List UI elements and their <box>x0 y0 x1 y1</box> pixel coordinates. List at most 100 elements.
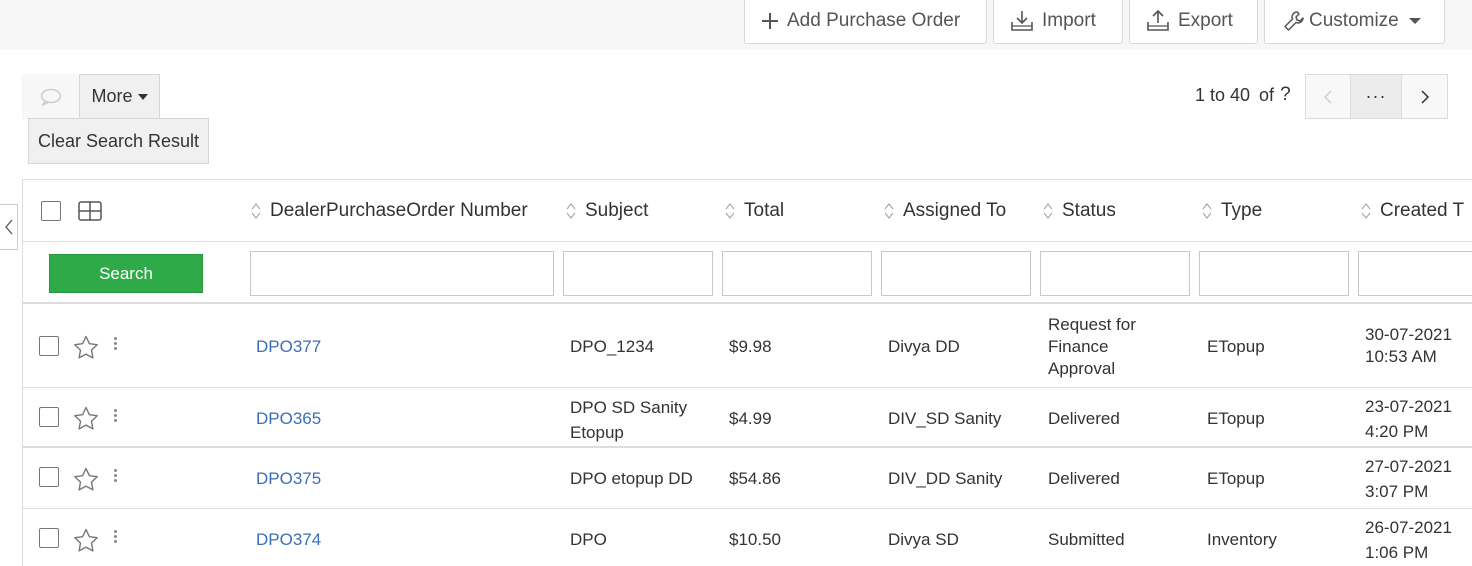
column-header-created-time[interactable]: Created T <box>1361 200 1464 222</box>
chevron-down-icon <box>1408 18 1421 24</box>
page-jump-button[interactable]: ··· <box>1350 74 1402 119</box>
created-time: 1:06 PM <box>1365 543 1429 562</box>
created-date: 27-07-2021 <box>1365 457 1452 476</box>
assigned-to-cell: Divya DD <box>888 337 960 356</box>
column-header-number[interactable]: DealerPurchaseOrder Number <box>251 200 528 222</box>
subject-line: DPO SD Sanity <box>570 398 688 417</box>
table-row[interactable]: DPO375 DPO etopup DD $54.86 DIV_DD Sanit… <box>23 448 1472 509</box>
assigned-to-cell: Divya SD <box>888 530 959 549</box>
star-icon[interactable] <box>73 528 99 553</box>
kebab-menu-icon[interactable] <box>114 530 118 545</box>
subject-cell: DPO_1234 <box>570 336 654 358</box>
created-date: 23-07-2021 <box>1365 397 1452 416</box>
status-line: Finance <box>1048 337 1109 356</box>
subject-cell: DPO SD Sanity Etopup <box>570 395 687 445</box>
kebab-menu-icon[interactable] <box>114 469 118 484</box>
pager-range: 1 to 40 <box>1195 84 1251 105</box>
filter-input-status[interactable] <box>1040 251 1190 296</box>
purchase-order-table: DealerPurchaseOrder Number Subject Total… <box>22 179 1472 566</box>
filter-input-created-time[interactable] <box>1358 251 1472 296</box>
row-checkbox[interactable] <box>39 528 59 548</box>
column-label: Subject <box>585 200 649 221</box>
search-button[interactable]: Search <box>49 254 203 293</box>
sort-icon <box>251 203 261 219</box>
export-label: Export <box>1178 10 1233 31</box>
row-checkbox[interactable] <box>39 336 59 356</box>
filter-input-assigned-to[interactable] <box>881 251 1031 296</box>
customize-label: Customize <box>1309 10 1399 31</box>
status-cell: Submitted <box>1048 530 1125 549</box>
column-header-assigned-to[interactable]: Assigned To <box>884 200 1006 222</box>
type-cell: ETopup <box>1207 469 1265 488</box>
created-time: 4:20 PM <box>1365 422 1429 441</box>
column-header-total[interactable]: Total <box>725 200 784 222</box>
select-all-checkbox[interactable] <box>41 201 61 221</box>
subject-cell: DPO <box>570 529 607 551</box>
next-page-button[interactable] <box>1401 74 1448 119</box>
created-time: 3:07 PM <box>1365 482 1429 501</box>
filter-row: Search <box>23 242 1472 304</box>
star-icon[interactable] <box>73 406 99 431</box>
kebab-menu-icon[interactable] <box>114 409 118 424</box>
export-icon <box>1147 10 1169 31</box>
star-icon[interactable] <box>73 335 99 360</box>
more-button[interactable]: More <box>79 74 160 119</box>
pager-total[interactable]: ? <box>1280 84 1291 106</box>
column-header-type[interactable]: Type <box>1202 200 1262 222</box>
subject-cell: DPO etopup DD <box>570 468 693 490</box>
order-number-link[interactable]: DPO365 <box>256 408 321 430</box>
order-number-link[interactable]: DPO377 <box>256 336 321 358</box>
customize-button[interactable]: Customize <box>1264 0 1445 44</box>
subject-line: Etopup <box>570 423 624 442</box>
order-number-link[interactable]: DPO374 <box>256 529 321 551</box>
top-toolbar: Add Purchase Order Import Export Customi… <box>0 0 1472 50</box>
clear-search-result-button[interactable]: Clear Search Result <box>28 118 209 164</box>
previous-page-button[interactable] <box>1305 74 1351 119</box>
table-row[interactable]: DPO374 DPO $10.50 Divya SD Submitted Inv… <box>23 509 1472 566</box>
row-checkbox[interactable] <box>39 467 59 487</box>
column-header-status[interactable]: Status <box>1043 200 1116 222</box>
kebab-menu-icon[interactable] <box>114 337 118 352</box>
created-date: 26-07-2021 <box>1365 518 1452 537</box>
created-time-cell: 26-07-2021 1:06 PM <box>1365 515 1452 565</box>
sidebar-toggle-button[interactable] <box>0 204 18 250</box>
column-layout-icon[interactable] <box>78 201 102 221</box>
wrench-icon <box>1284 11 1304 31</box>
more-label: More <box>91 86 133 106</box>
status-cell: Delivered <box>1048 409 1120 428</box>
filter-input-subject[interactable] <box>563 251 713 296</box>
type-cell: Inventory <box>1207 530 1277 549</box>
chevron-right-icon <box>1420 89 1429 104</box>
total-cell: $4.99 <box>729 409 772 428</box>
table-row[interactable]: DPO377 DPO_1234 $9.98 Divya DD Request f… <box>23 306 1472 388</box>
status-cell: Request for Finance Approval <box>1048 314 1136 380</box>
row-checkbox[interactable] <box>39 407 59 427</box>
comment-button[interactable] <box>22 74 79 119</box>
ellipsis-icon: ··· <box>1365 86 1387 106</box>
subject-line: DPO <box>570 530 607 549</box>
total-cell: $9.98 <box>729 337 772 356</box>
order-number-link[interactable]: DPO375 <box>256 468 321 490</box>
table-header: DealerPurchaseOrder Number Subject Total… <box>23 180 1472 242</box>
search-label: Search <box>99 263 153 283</box>
filter-input-total[interactable] <box>722 251 872 296</box>
filter-input-type[interactable] <box>1199 251 1349 296</box>
column-header-subject[interactable]: Subject <box>566 200 648 222</box>
add-purchase-order-button[interactable]: Add Purchase Order <box>744 0 987 44</box>
column-label: Status <box>1062 200 1116 221</box>
assigned-to-cell: DIV_DD Sanity <box>888 469 1003 488</box>
chevron-left-icon <box>1323 89 1332 104</box>
star-icon[interactable] <box>73 467 99 492</box>
import-label: Import <box>1042 10 1096 31</box>
assigned-to-cell: DIV_SD Sanity <box>888 409 1002 428</box>
table-row[interactable]: DPO365 DPO SD Sanity Etopup $4.99 DIV_SD… <box>23 388 1472 448</box>
chevron-left-icon <box>4 219 12 235</box>
column-label: Total <box>744 200 785 221</box>
export-button[interactable]: Export <box>1129 0 1258 44</box>
filter-input-number[interactable] <box>250 251 554 296</box>
column-label: DealerPurchaseOrder Number <box>270 200 528 221</box>
pager-info: 1 to 40 of ? <box>1195 84 1291 106</box>
import-button[interactable]: Import <box>993 0 1123 44</box>
import-icon <box>1011 11 1033 31</box>
plus-icon <box>762 13 778 29</box>
